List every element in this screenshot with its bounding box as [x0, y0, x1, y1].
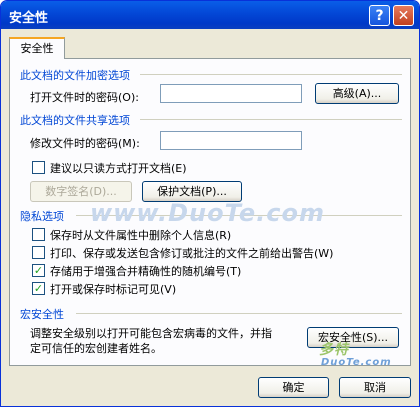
readonly-checkbox[interactable]	[32, 161, 45, 174]
advanced-button[interactable]: 高级(A)...	[315, 83, 399, 104]
tab-panel: 此文档的文件加密选项 打开文件时的密码(O): 高级(A)... 此文档的文件共…	[9, 58, 411, 366]
divider	[140, 74, 402, 75]
privacy-option-checkbox[interactable]	[32, 228, 45, 241]
watermark-text: www.DuoTe.com	[90, 199, 325, 227]
modify-password-label: 修改文件时的密码(M):	[30, 137, 140, 150]
privacy-option-checkbox[interactable]	[32, 246, 45, 259]
macro-description: 调整安全级别以打开可能包含宏病毒的文件，并指	[30, 327, 272, 340]
divider	[140, 119, 402, 120]
tab-security[interactable]: 安全性	[9, 37, 65, 59]
readonly-checkbox-label: 建议以只读方式打开文档(E)	[50, 162, 187, 175]
macro-description: 定可信任的宏创建者姓名。	[30, 342, 162, 355]
help-button[interactable]: ?	[369, 5, 390, 26]
title-bar[interactable]: 安全性 ? ✕	[1, 1, 419, 29]
privacy-option-label: 存储用于增强合并精确性的随机编号(T)	[50, 265, 242, 278]
window-title: 安全性	[9, 11, 49, 26]
privacy-option-label: 打印、保存或发送包含修订或批注的文件之前给出警告(W)	[50, 247, 334, 260]
open-password-label: 打开文件时的密码(O):	[30, 91, 139, 104]
encryption-section-title: 此文档的文件加密选项	[20, 69, 130, 82]
privacy-option-label: 打开或保存时标记可见(V)	[50, 283, 177, 296]
open-password-field[interactable]	[160, 84, 302, 103]
cancel-button[interactable]: 取消	[339, 377, 411, 398]
macro-section-title: 宏安全性	[20, 308, 64, 321]
divider	[76, 313, 402, 314]
ok-button[interactable]: 确定	[258, 377, 329, 398]
privacy-option-checkbox[interactable]: ✓	[32, 282, 45, 295]
modify-password-field[interactable]	[160, 131, 302, 150]
privacy-option-label: 保存时从文件属性中删除个人信息(R)	[50, 229, 232, 242]
sharing-section-title: 此文档的文件共享选项	[20, 114, 130, 127]
privacy-option-checkbox[interactable]: ✓	[32, 264, 45, 277]
watermark-corner: DuoTe.com	[321, 357, 392, 368]
watermark-logo: 多特	[319, 342, 349, 358]
close-button[interactable]: ✕	[393, 5, 414, 26]
privacy-section-title: 隐私选项	[20, 210, 64, 223]
security-dialog: 安全性 ? ✕ 安全性 此文档的文件加密选项 打开文件时的密码(O): 高级(A…	[0, 0, 420, 407]
